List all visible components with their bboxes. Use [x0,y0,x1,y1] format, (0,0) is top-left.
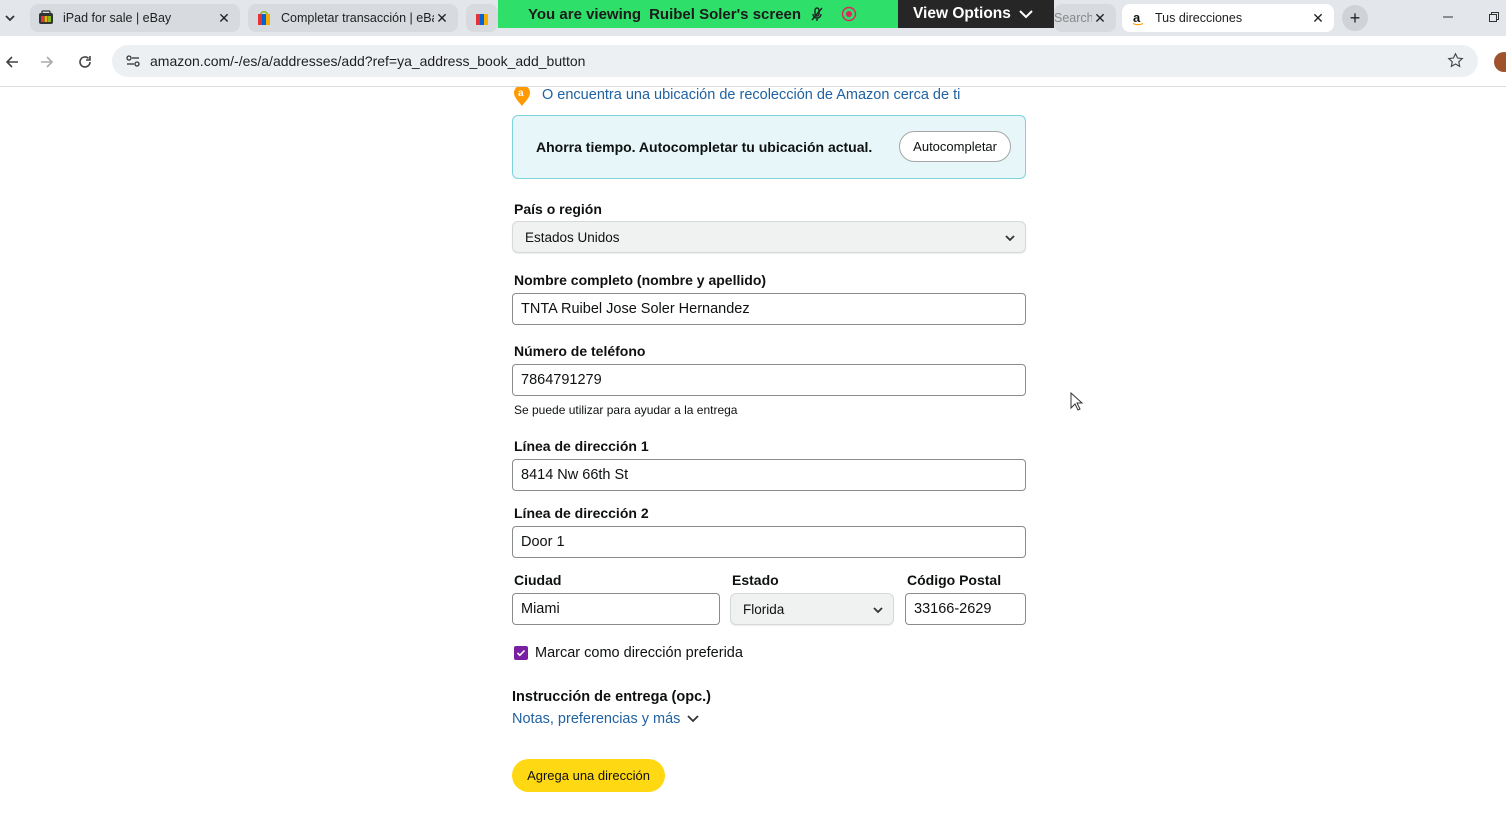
mouse-cursor-icon [1070,392,1084,411]
chevron-down-icon [1019,10,1033,19]
screen-share-banner: You are viewing Ruibel Soler's screen [498,0,898,28]
zip-input[interactable]: 33166-2629 [905,593,1026,625]
chevron-down-icon [1005,235,1015,242]
autofill-message: Ahorra tiempo. Autocompletar tu ubicació… [536,139,873,155]
view-options-button[interactable]: View Options [898,0,1054,28]
tab-ebay-checkout[interactable]: Completar transacción | eBay ✕ [248,4,458,32]
zip-label: Código Postal [907,572,1002,588]
city-input[interactable]: Miami [512,593,720,625]
tab-title: Search [1054,11,1092,25]
banner-text: You are viewing [528,5,642,23]
close-tab-icon[interactable]: ✕ [434,10,450,26]
country-value: Estados Unidos [525,229,620,245]
tab-title: Tus direcciones [1155,11,1243,25]
phone-label: Número de teléfono [514,343,646,359]
ebay-favicon-icon [476,14,488,25]
city-label: Ciudad [514,572,562,588]
full-name-input[interactable]: TNTA Ruibel Jose Soler Hernandez [512,293,1026,325]
tab-ebay-ipad[interactable]: iPad for sale | eBay ✕ [30,4,240,32]
autofill-button[interactable]: Autocompletar [899,131,1011,162]
back-button[interactable] [0,50,24,74]
address1-value: 8414 Nw 66th St [521,467,629,483]
tab-title: Completar transacción | eBay [281,11,434,25]
tab-ebay-3[interactable] [466,4,498,32]
sharer-name: Ruibel Soler's screen [649,5,802,23]
ebay-favicon-icon [258,11,270,25]
add-address-button[interactable]: Agrega una dirección [512,759,665,792]
address2-label: Línea de dirección 2 [514,505,649,521]
chevron-down-icon[interactable] [686,713,700,725]
bookmark-star-icon[interactable] [1447,52,1464,74]
arrow-right-icon [41,56,54,68]
browser-toolbar: amazon.com/-/es/a/addresses/add?ref=ya_a… [0,36,1506,87]
view-options-label: View Options [913,5,1011,22]
state-value: Florida [743,601,785,617]
address-bar[interactable]: amazon.com/-/es/a/addresses/add?ref=ya_a… [112,45,1478,77]
state-label: Estado [732,572,779,588]
plus-icon: + [1349,7,1361,28]
arrow-left-icon [5,56,18,68]
country-select[interactable]: Estados Unidos [512,221,1026,253]
address-form-page: a O encuentra una ubicación de recolecci… [0,87,1506,813]
svg-text:a: a [1133,10,1141,25]
ebay-favicon-icon [39,10,53,24]
pickup-location-row: a O encuentra una ubicación de recolecci… [511,87,960,107]
full-name-label: Nombre completo (nombre y apellido) [514,272,767,288]
address2-input[interactable]: Door 1 [512,526,1026,558]
amazon-pin-icon: a [514,87,530,106]
phone-input[interactable]: 7864791279 [512,364,1026,396]
autofill-box: Ahorra tiempo. Autocompletar tu ubicació… [512,115,1026,179]
profile-avatar[interactable] [1494,52,1506,72]
close-tab-icon[interactable]: ✕ [216,10,232,26]
address2-value: Door 1 [521,534,565,550]
record-icon [841,6,857,22]
url-text: amazon.com/-/es/a/addresses/add?ref=ya_a… [150,53,586,69]
reload-icon [79,56,91,68]
minimize-button[interactable] [1436,6,1460,28]
pickup-location-link[interactable]: O encuentra una ubicación de recolección… [542,87,960,103]
minimize-icon [1443,16,1453,18]
tab-title: iPad for sale | eBay [63,11,172,25]
site-info-icon[interactable] [116,53,150,69]
preferred-address-checkbox[interactable] [514,646,528,660]
restore-icon [1489,12,1499,22]
close-tab-icon[interactable]: ✕ [1092,10,1108,26]
chevron-down-icon [873,607,883,614]
state-select[interactable]: Florida [730,593,894,625]
mic-muted-icon [811,7,823,21]
tab-search-button[interactable] [0,6,20,30]
delivery-notes-link[interactable]: Notas, preferencias y más [512,711,680,727]
forward-button[interactable] [35,50,59,74]
preferred-address-label: Marcar como dirección preferida [535,645,743,661]
close-tab-icon[interactable]: ✕ [1310,10,1326,26]
preferred-address-row: Marcar como dirección preferida [514,645,743,661]
phone-value: 7864791279 [521,372,602,388]
delivery-notes-row: Notas, preferencias y más [512,711,700,727]
amazon-favicon-icon: a [1132,10,1144,26]
chevron-down-icon [5,15,15,22]
reload-button[interactable] [73,50,97,74]
tab-search[interactable]: Search ✕ [1054,4,1116,32]
address1-input[interactable]: 8414 Nw 66th St [512,459,1026,491]
check-icon [516,649,526,657]
zip-value: 33166-2629 [914,601,992,617]
svg-text:a: a [518,88,524,99]
address1-label: Línea de dirección 1 [514,438,649,454]
new-tab-button[interactable]: + [1342,5,1368,31]
delivery-instructions-label: Instrucción de entrega (opc.) [512,689,711,705]
city-value: Miami [521,601,560,617]
tab-tus-direcciones[interactable]: a Tus direcciones ✕ [1122,4,1334,32]
country-label: País o región [514,201,602,217]
full-name-value: TNTA Ruibel Jose Soler Hernandez [521,301,750,317]
maximize-button[interactable] [1482,6,1506,28]
phone-hint: Se puede utilizar para ayudar a la entre… [514,403,738,417]
